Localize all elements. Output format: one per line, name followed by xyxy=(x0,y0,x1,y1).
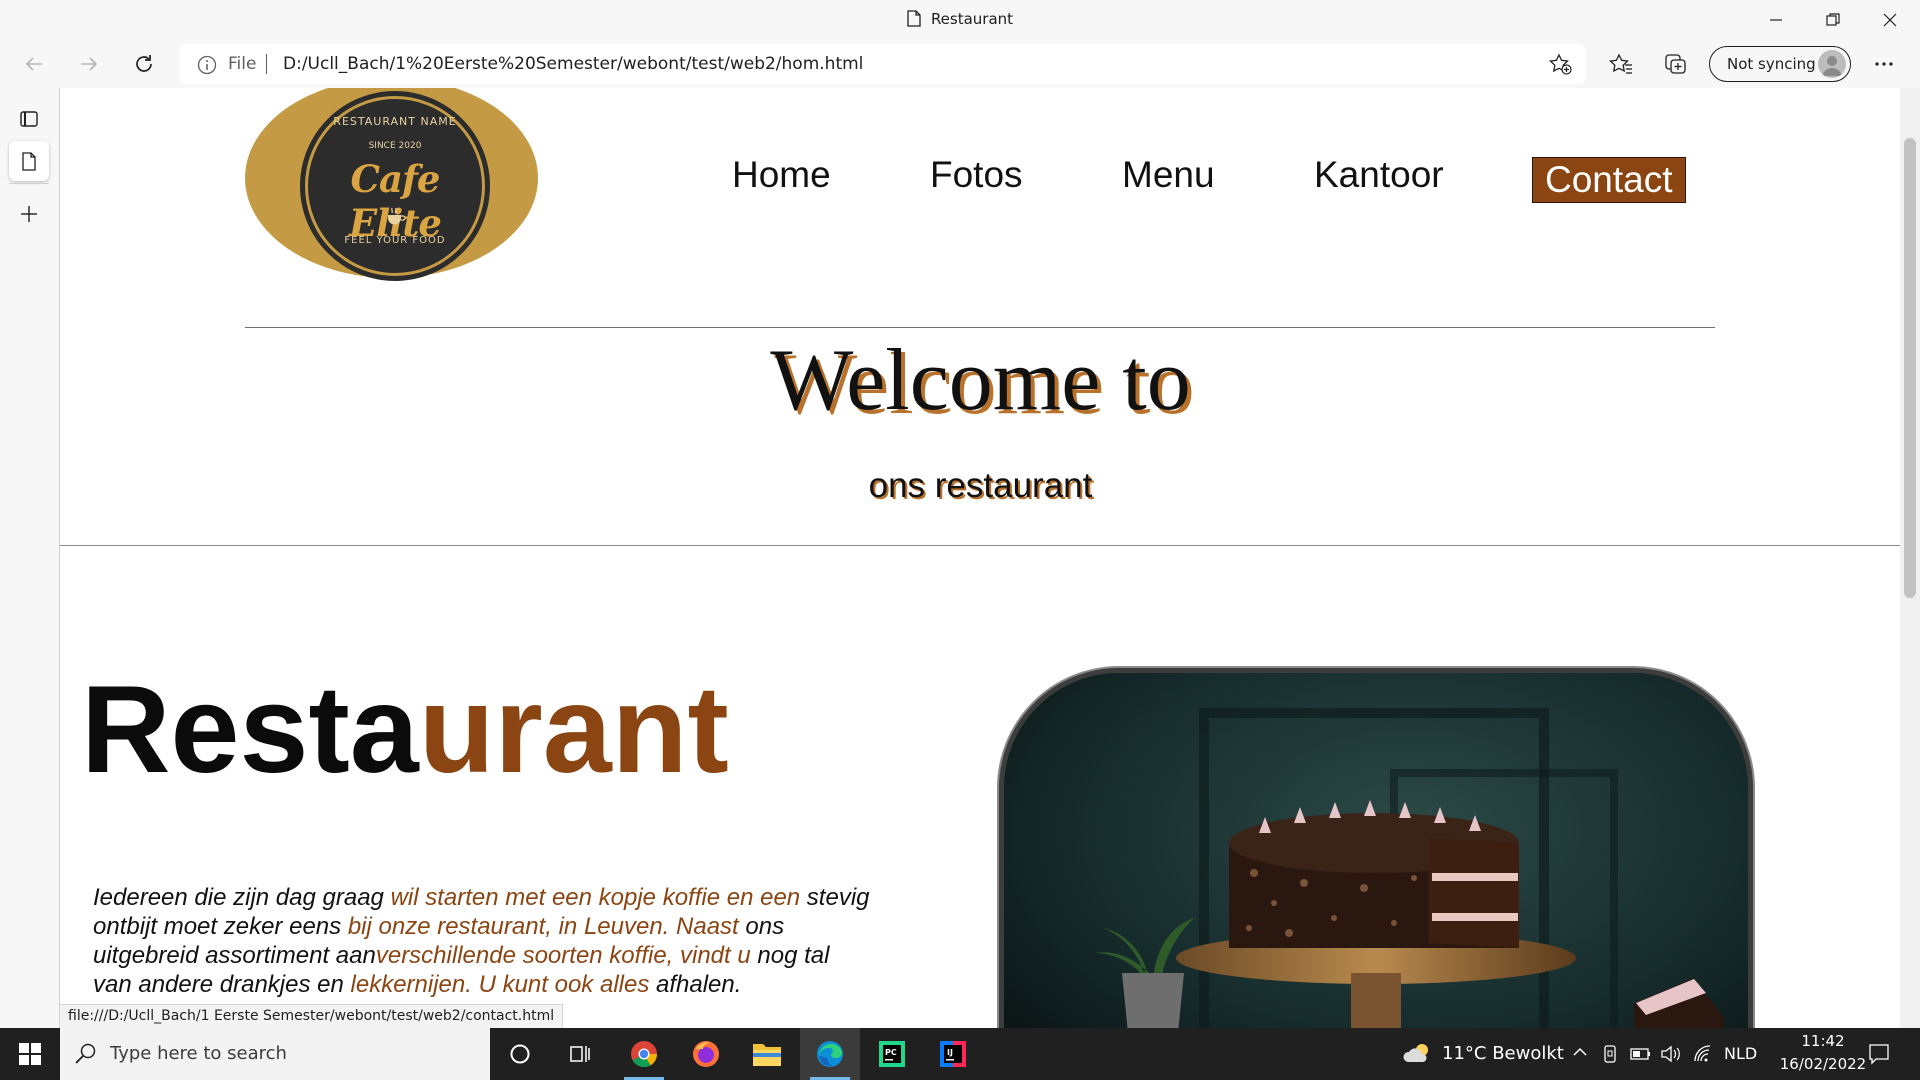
cafe-logo[interactable]: RESTAURANT NAME SINCE 2020 Cafe Elite FE… xyxy=(245,88,538,278)
edge-icon[interactable] xyxy=(800,1028,860,1080)
svg-text:IJ: IJ xyxy=(947,1048,953,1057)
logo-badge: RESTAURANT NAME SINCE 2020 Cafe Elite FE… xyxy=(305,96,485,276)
more-options-icon[interactable] xyxy=(1866,46,1902,82)
language-indicator[interactable]: NLD xyxy=(1724,1044,1757,1063)
notification-icon[interactable] xyxy=(1868,1043,1890,1069)
back-button[interactable] xyxy=(16,46,52,82)
intro-text-5: afhalen. xyxy=(649,971,742,998)
scrollbar-thumb[interactable] xyxy=(1904,138,1916,598)
cake-illustration xyxy=(1004,673,1748,1028)
show-hidden-icons-icon[interactable] xyxy=(1572,1044,1588,1064)
weather-cloud-icon[interactable] xyxy=(1402,1042,1432,1068)
welcome-heading: Welcome to xyxy=(770,332,1191,429)
vertical-scrollbar[interactable] xyxy=(1900,88,1920,1028)
clock-time[interactable]: 11:42 xyxy=(1773,1032,1873,1050)
refresh-button[interactable] xyxy=(126,46,162,82)
new-tab-icon[interactable] xyxy=(9,194,49,234)
intro-text-1: Iedereen die zijn dag graag xyxy=(93,884,391,911)
windows-taskbar: Type here to search PC IJ 11°C Bewolkt N… xyxy=(0,1028,1920,1080)
volume-icon[interactable] xyxy=(1660,1044,1682,1068)
search-placeholder: Type here to search xyxy=(110,1043,287,1064)
status-bar: file:///D:/Ucll_Bach/1 Eerste Semester/w… xyxy=(59,1004,564,1030)
intro-highlight-1: wil starten met een kopje koffie en een xyxy=(390,884,801,911)
forward-button[interactable] xyxy=(71,46,107,82)
nav-kantoor[interactable]: Kantoor xyxy=(1314,154,1444,196)
nav-contact[interactable]: Contact xyxy=(1532,157,1686,203)
intro-highlight-2: bij onze restaurant, in Leuven. Naast xyxy=(347,913,739,940)
address-separator xyxy=(266,54,267,74)
cake-photo xyxy=(999,668,1753,1028)
nav-home[interactable]: Home xyxy=(732,154,831,196)
coffee-cup-icon xyxy=(386,207,406,229)
page-viewport: RESTAURANT NAME SINCE 2020 Cafe Elite FE… xyxy=(59,88,1901,1028)
url-text[interactable]: D:/Ucll_Bach/1%20Eerste%20Semester/webon… xyxy=(283,54,863,74)
svg-text:PC: PC xyxy=(885,1048,897,1057)
sync-label: Not syncing xyxy=(1727,55,1816,73)
weather-text[interactable]: 11°C Bewolkt xyxy=(1442,1043,1564,1064)
clock-date[interactable]: 16/02/2022 xyxy=(1773,1055,1873,1073)
window-title-text: Restaurant xyxy=(930,10,1014,28)
tab-actions-icon[interactable] xyxy=(9,99,49,139)
favorites-icon[interactable] xyxy=(1603,46,1639,82)
section-divider xyxy=(60,545,1901,546)
info-icon[interactable] xyxy=(197,55,217,79)
battery-icon[interactable] xyxy=(1630,1044,1652,1068)
wifi-icon[interactable] xyxy=(1692,1044,1714,1068)
cortana-icon[interactable] xyxy=(490,1028,550,1080)
nav-menu[interactable]: Menu xyxy=(1122,154,1215,196)
browser-toolbar: File D:/Ucll_Bach/1%20Eerste%20Semester/… xyxy=(0,40,1920,88)
address-bar[interactable]: File D:/Ucll_Bach/1%20Eerste%20Semester/… xyxy=(180,44,1586,84)
intro-highlight-4: lekkernijen. U kunt ook alles xyxy=(350,971,650,998)
header-divider xyxy=(245,327,1715,328)
vertical-tab-strip xyxy=(0,88,58,1028)
tab-divider xyxy=(9,183,49,184)
file-explorer-icon[interactable] xyxy=(737,1028,797,1080)
file-label: File xyxy=(228,54,257,74)
logo-tagline: FEEL YOUR FOOD xyxy=(344,235,446,246)
title-bar: Restaurant xyxy=(0,0,1920,40)
restaurant-heading: Restaurant xyxy=(81,668,729,792)
restaurant-heading-part1: Resta xyxy=(81,661,419,799)
add-favorite-icon[interactable] xyxy=(1548,53,1572,79)
task-view-icon[interactable] xyxy=(550,1028,610,1080)
tab-restaurant[interactable] xyxy=(9,141,49,181)
window-title: Restaurant xyxy=(0,10,1920,31)
restore-button[interactable] xyxy=(1805,4,1861,36)
profile-sync-button[interactable]: Not syncing xyxy=(1709,46,1851,82)
nav-fotos[interactable]: Fotos xyxy=(930,154,1023,196)
minimize-button[interactable] xyxy=(1748,4,1804,36)
logo-top-text: RESTAURANT NAME xyxy=(333,115,457,128)
collections-icon[interactable] xyxy=(1658,46,1694,82)
pycharm-icon[interactable]: PC xyxy=(862,1028,922,1080)
intellij-icon[interactable]: IJ xyxy=(923,1028,983,1080)
logo-name: Cafe Elite xyxy=(349,157,442,245)
start-button[interactable] xyxy=(0,1028,60,1080)
chrome-icon[interactable] xyxy=(614,1028,674,1080)
firefox-icon[interactable] xyxy=(676,1028,736,1080)
intro-highlight-3: verschillende soorten koffie, vindt u xyxy=(375,942,751,969)
search-icon xyxy=(74,1042,98,1070)
welcome-subtitle: ons restaurant xyxy=(868,466,1093,505)
logo-since-text: SINCE 2020 xyxy=(368,141,422,151)
page-icon xyxy=(907,10,921,31)
close-button[interactable] xyxy=(1862,4,1918,36)
intro-paragraph: Iedereen die zijn dag graag wil starten … xyxy=(93,883,873,999)
avatar xyxy=(1818,50,1846,78)
device-icon[interactable] xyxy=(1602,1044,1618,1068)
restaurant-heading-part2: urant xyxy=(418,661,729,799)
taskbar-search-box[interactable]: Type here to search xyxy=(60,1028,490,1080)
